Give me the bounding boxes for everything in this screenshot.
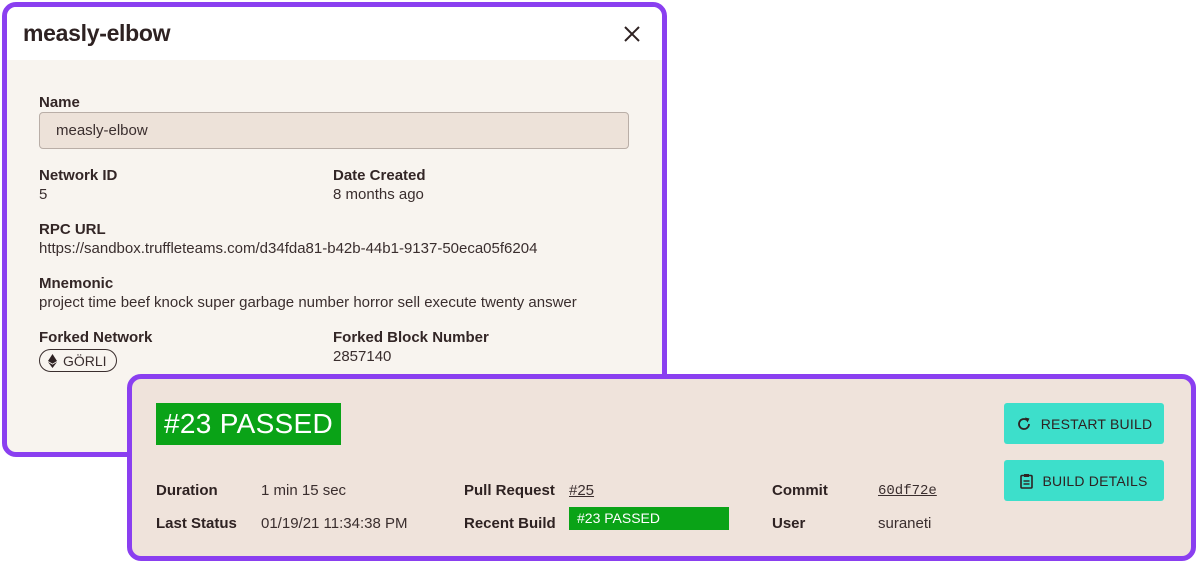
duration-value: 1 min 15 sec — [261, 482, 347, 499]
ethereum-icon — [48, 353, 57, 368]
last-status-label: Last Status — [156, 515, 237, 532]
forked-block-value: 2857140 — [333, 348, 392, 365]
rpc-url-label: RPC URL — [39, 221, 106, 238]
network-id-label: Network ID — [39, 167, 118, 184]
build-card: #23 PASSED Duration 1 min 15 sec Last St… — [127, 374, 1196, 561]
close-button[interactable] — [618, 20, 646, 48]
pull-request-link[interactable]: #25 — [569, 481, 594, 500]
user-value: suraneti — [878, 515, 932, 532]
close-icon — [624, 25, 640, 42]
build-details-button[interactable]: BUILD DETAILS — [1004, 460, 1164, 501]
date-created-value: 8 months ago — [333, 186, 424, 203]
mnemonic-label: Mnemonic — [39, 275, 114, 292]
modal-body: Name Network ID 5 Date Created 8 months … — [7, 60, 662, 373]
forked-network-value: GÖRLI — [63, 352, 107, 369]
recent-build-label: Recent Build — [464, 515, 556, 532]
name-input[interactable] — [39, 112, 629, 149]
clipboard-icon — [1020, 473, 1034, 489]
last-status-value: 01/19/21 11:34:38 PM — [261, 515, 408, 532]
network-id-value: 5 — [39, 186, 48, 203]
duration-label: Duration — [156, 482, 218, 499]
build-details-label: BUILD DETAILS — [1042, 472, 1148, 489]
restart-build-label: RESTART BUILD — [1040, 415, 1153, 432]
user-label: User — [772, 515, 806, 532]
date-created-label: Date Created — [333, 167, 426, 184]
refresh-icon — [1017, 417, 1030, 430]
recent-build-badge[interactable]: #23 PASSED — [569, 507, 729, 530]
commit-link[interactable]: 60df72e — [878, 482, 937, 501]
forked-network-badge: GÖRLI — [39, 349, 117, 372]
pull-request-label: Pull Request — [464, 482, 555, 499]
restart-build-button[interactable]: RESTART BUILD — [1004, 403, 1164, 444]
forked-block-label: Forked Block Number — [333, 329, 489, 346]
mnemonic-value: project time beef knock super garbage nu… — [39, 294, 577, 311]
commit-label: Commit — [772, 482, 828, 499]
build-status-title: #23 PASSED — [156, 403, 342, 445]
rpc-url-value: https://sandbox.truffleteams.com/d34fda8… — [39, 240, 538, 257]
name-label: Name — [39, 94, 80, 111]
modal-header: measly-elbow — [7, 7, 662, 60]
modal-title: measly-elbow — [23, 20, 171, 46]
forked-network-label: Forked Network — [39, 329, 153, 346]
